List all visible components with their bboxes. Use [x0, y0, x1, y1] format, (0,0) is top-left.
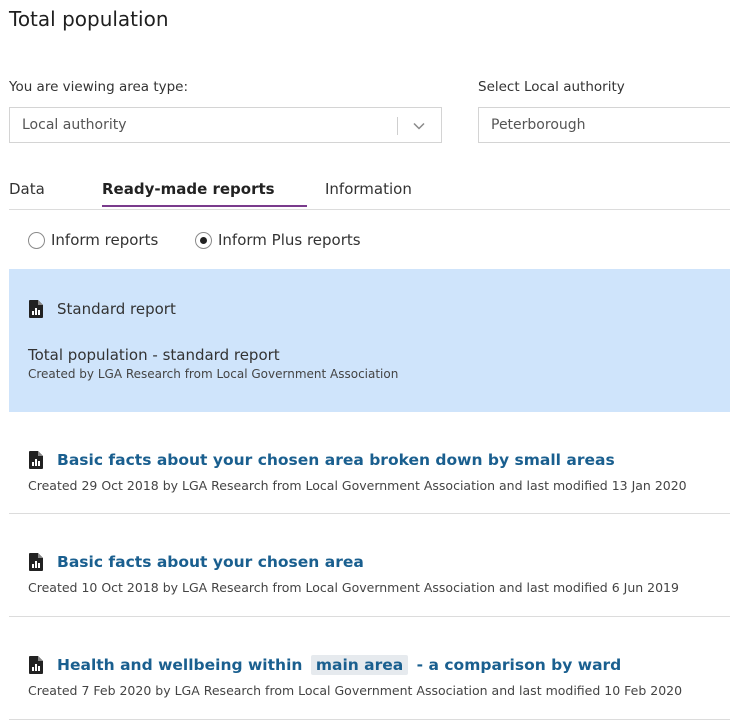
standard-report-card[interactable]: Standard report Total population - stand… [9, 269, 730, 412]
report-item: Basic facts about your chosen area Creat… [9, 514, 730, 617]
page-title: Total population [9, 7, 169, 31]
report-meta: Created 29 Oct 2018 by LGA Research from… [28, 478, 687, 493]
select-divider [397, 117, 398, 135]
tab-bar: Data Ready-made reports Information [9, 174, 730, 210]
report-item: Health and wellbeing within main area - … [9, 617, 730, 720]
report-title-highlight: main area [310, 655, 409, 675]
area-type-label: You are viewing area type: [9, 79, 189, 95]
local-authority-label: Select Local authority [478, 79, 625, 95]
report-item: Basic facts about your chosen area broke… [9, 412, 730, 514]
standard-report-subtitle: Created by LGA Research from Local Gover… [28, 367, 399, 381]
report-meta: Created 10 Oct 2018 by LGA Research from… [28, 580, 679, 595]
area-type-select[interactable]: Local authority [9, 107, 442, 143]
report-link[interactable]: Basic facts about your chosen area broke… [57, 451, 615, 469]
area-type-value: Local authority [22, 117, 127, 133]
tab-information[interactable]: Information [325, 180, 412, 198]
tab-ready-made-reports[interactable]: Ready-made reports [102, 180, 275, 198]
standard-report-heading: Standard report [29, 300, 176, 318]
report-document-icon [29, 451, 43, 469]
radio-label: Inform Plus reports [218, 231, 361, 249]
report-title-prefix: Health and wellbeing within [57, 656, 303, 674]
radio-button-checked[interactable] [195, 231, 212, 249]
radio-button-unchecked[interactable] [28, 231, 45, 249]
report-title-suffix: - a comparison by ward [416, 656, 622, 674]
standard-report-title[interactable]: Total population - standard report [28, 346, 280, 364]
local-authority-select[interactable]: Peterborough [478, 107, 730, 143]
report-link[interactable]: Health and wellbeing within main area - … [57, 655, 622, 675]
standard-report-heading-text: Standard report [57, 300, 176, 318]
report-meta: Created 7 Feb 2020 by LGA Research from … [28, 683, 683, 698]
radio-inform-reports[interactable]: Inform reports [28, 231, 158, 249]
local-authority-value: Peterborough [491, 117, 586, 133]
active-tab-indicator [102, 205, 307, 207]
report-document-icon [29, 300, 43, 318]
report-document-icon [29, 656, 43, 674]
radio-label: Inform reports [51, 231, 159, 249]
chevron-down-icon[interactable] [412, 119, 426, 133]
report-link[interactable]: Basic facts about your chosen area [57, 553, 364, 571]
tab-data[interactable]: Data [9, 180, 45, 198]
radio-inform-plus-reports[interactable]: Inform Plus reports [195, 231, 361, 249]
report-document-icon [29, 553, 43, 571]
